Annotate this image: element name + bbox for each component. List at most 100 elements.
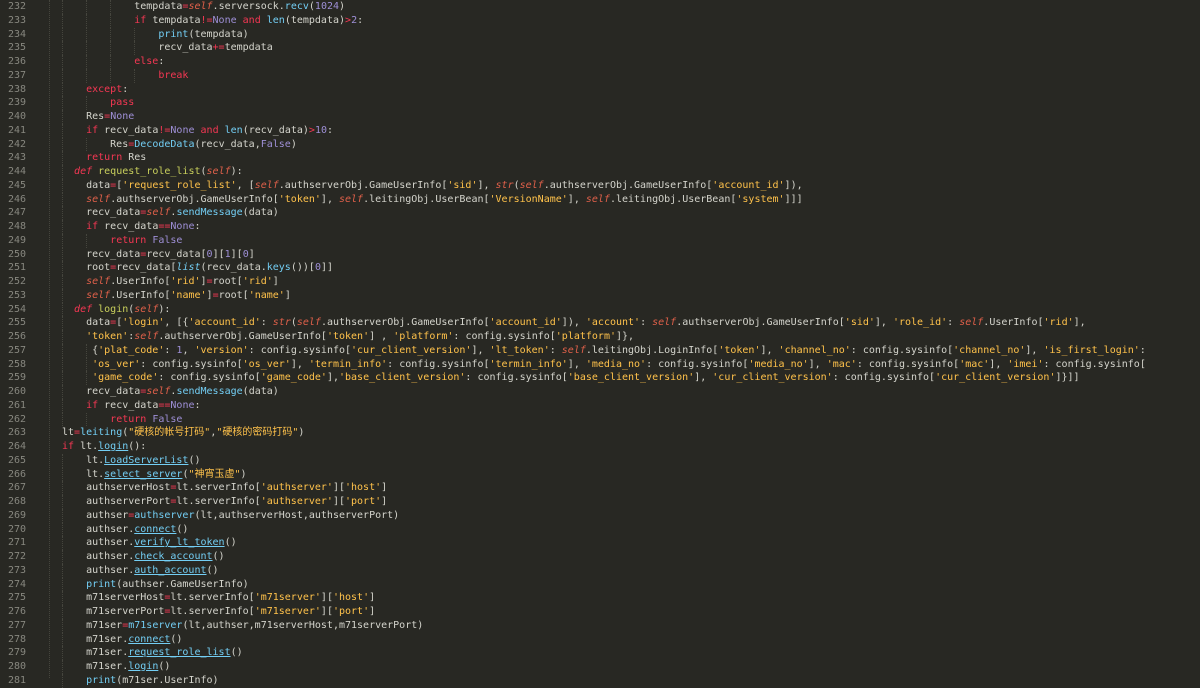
code-line[interactable]: 271 authser.verify_lt_token() xyxy=(0,536,1200,550)
code-text: else: xyxy=(62,55,164,69)
code-line[interactable]: 248 if recv_data==None: xyxy=(0,220,1200,234)
code-text: print(m71ser.UserInfo) xyxy=(62,674,219,688)
code-text: authser.verify_lt_token() xyxy=(62,536,237,550)
line-number: 281 xyxy=(8,674,26,688)
code-line[interactable]: 278 m71ser.connect() xyxy=(0,633,1200,647)
line-number: 262 xyxy=(8,413,26,427)
code-line[interactable]: 258 'os_ver': config.sysinfo['os_ver'], … xyxy=(0,358,1200,372)
code-line[interactable]: 273 authser.auth_account() xyxy=(0,564,1200,578)
code-line[interactable]: 275 m71serverHost=lt.serverInfo['m71serv… xyxy=(0,591,1200,605)
code-line[interactable]: 233 if tempdata!=None and len(tempdata)>… xyxy=(0,14,1200,28)
code-line[interactable]: 238 except: xyxy=(0,83,1200,97)
line-number: 241 xyxy=(8,124,26,138)
code-line[interactable]: 249 return False xyxy=(0,234,1200,248)
code-editor[interactable]: 232 tempdata=self.serversock.recv(1024)2… xyxy=(0,0,1200,678)
code-text: pass xyxy=(62,96,134,110)
line-number: 245 xyxy=(8,179,26,193)
code-line[interactable]: 240 Res=None xyxy=(0,110,1200,124)
line-number: 249 xyxy=(8,234,26,248)
code-line[interactable]: 280 m71ser.login() xyxy=(0,660,1200,674)
code-line[interactable]: 246 self.authserverObj.GameUserInfo['tok… xyxy=(0,193,1200,207)
line-number: 233 xyxy=(8,14,26,28)
code-line[interactable]: 279 m71ser.request_role_list() xyxy=(0,646,1200,660)
code-line[interactable]: 269 authser=authserver(lt,authserverHost… xyxy=(0,509,1200,523)
code-text: recv_data=self.sendMessage(data) xyxy=(62,206,279,220)
code-line[interactable]: 251 root=recv_data[list(recv_data.keys()… xyxy=(0,261,1200,275)
code-line[interactable]: 276 m71serverPort=lt.serverInfo['m71serv… xyxy=(0,605,1200,619)
code-line[interactable]: 272 authser.check_account() xyxy=(0,550,1200,564)
code-text: if recv_data!=None and len(recv_data)>10… xyxy=(62,124,333,138)
code-text: if recv_data==None: xyxy=(62,220,201,234)
code-line[interactable]: 274 print(authser.GameUserInfo) xyxy=(0,578,1200,592)
code-text: self.UserInfo['name']=root['name'] xyxy=(62,289,291,303)
line-number: 265 xyxy=(8,454,26,468)
code-line[interactable]: 239 pass xyxy=(0,96,1200,110)
code-line[interactable]: 241 if recv_data!=None and len(recv_data… xyxy=(0,124,1200,138)
code-area[interactable]: 232 tempdata=self.serversock.recv(1024)2… xyxy=(0,0,1200,688)
code-text: self.authserverObj.GameUserInfo['token']… xyxy=(62,193,803,207)
code-text: recv_data=recv_data[0][1][0] xyxy=(62,248,255,262)
line-number: 278 xyxy=(8,633,26,647)
code-line[interactable]: 261 if recv_data==None: xyxy=(0,399,1200,413)
code-line[interactable]: 260 recv_data=self.sendMessage(data) xyxy=(0,385,1200,399)
code-line[interactable]: 281 print(m71ser.UserInfo) xyxy=(0,674,1200,688)
code-text: authserverPort=lt.serverInfo['authserver… xyxy=(62,495,387,509)
code-line[interactable]: 253 self.UserInfo['name']=root['name'] xyxy=(0,289,1200,303)
code-text: m71serverPort=lt.serverInfo['m71server']… xyxy=(62,605,375,619)
code-line[interactable]: 264if lt.login(): xyxy=(0,440,1200,454)
line-number: 238 xyxy=(8,83,26,97)
code-line[interactable]: 267 authserverHost=lt.serverInfo['authse… xyxy=(0,481,1200,495)
code-text: return False xyxy=(62,413,182,427)
code-text: 'os_ver': config.sysinfo['os_ver'], 'ter… xyxy=(62,358,1146,372)
line-number: 236 xyxy=(8,55,26,69)
code-line[interactable]: 237 break xyxy=(0,69,1200,83)
code-line[interactable]: 270 authser.connect() xyxy=(0,523,1200,537)
line-number: 251 xyxy=(8,261,26,275)
code-line[interactable]: 242 Res=DecodeData(recv_data,False) xyxy=(0,138,1200,152)
code-text: data=['login', [{'account_id': str(self.… xyxy=(62,316,1086,330)
code-line[interactable]: 254 def login(self): xyxy=(0,303,1200,317)
code-text: return False xyxy=(62,234,182,248)
code-line[interactable]: 236 else: xyxy=(0,55,1200,69)
code-line[interactable]: 257 {'plat_code': 1, 'version': config.s… xyxy=(0,344,1200,358)
code-text: def login(self): xyxy=(62,303,170,317)
code-line[interactable]: 235 recv_data+=tempdata xyxy=(0,41,1200,55)
line-number: 266 xyxy=(8,468,26,482)
code-line[interactable]: 244 def request_role_list(self): xyxy=(0,165,1200,179)
code-line[interactable]: 259 'game_code': config.sysinfo['game_co… xyxy=(0,371,1200,385)
code-text: lt.LoadServerList() xyxy=(62,454,201,468)
line-number: 279 xyxy=(8,646,26,660)
line-number: 253 xyxy=(8,289,26,303)
code-line[interactable]: 250 recv_data=recv_data[0][1][0] xyxy=(0,248,1200,262)
code-line[interactable]: 262 return False xyxy=(0,413,1200,427)
code-text: m71ser.connect() xyxy=(62,633,182,647)
code-line[interactable]: 265 lt.LoadServerList() xyxy=(0,454,1200,468)
code-line[interactable]: 277 m71ser=m71server(lt,authser,m71serve… xyxy=(0,619,1200,633)
code-line[interactable]: 234 print(tempdata) xyxy=(0,28,1200,42)
line-number: 242 xyxy=(8,138,26,152)
line-number: 258 xyxy=(8,358,26,372)
code-text: if lt.login(): xyxy=(62,440,146,454)
code-text: m71ser.request_role_list() xyxy=(62,646,243,660)
code-line[interactable]: 255 data=['login', [{'account_id': str(s… xyxy=(0,316,1200,330)
code-line[interactable]: 247 recv_data=self.sendMessage(data) xyxy=(0,206,1200,220)
code-text: root=recv_data[list(recv_data.keys())[0]… xyxy=(62,261,333,275)
code-line[interactable]: 263lt=leiting("硬核的帐号打码","硬核的密码打码") xyxy=(0,426,1200,440)
code-line[interactable]: 232 tempdata=self.serversock.recv(1024) xyxy=(0,0,1200,14)
code-line[interactable]: 268 authserverPort=lt.serverInfo['authse… xyxy=(0,495,1200,509)
code-text: def request_role_list(self): xyxy=(62,165,243,179)
code-text: if recv_data==None: xyxy=(62,399,201,413)
code-line[interactable]: 252 self.UserInfo['rid']=root['rid'] xyxy=(0,275,1200,289)
line-number: 269 xyxy=(8,509,26,523)
line-number: 261 xyxy=(8,399,26,413)
line-number: 270 xyxy=(8,523,26,537)
line-number: 274 xyxy=(8,578,26,592)
code-text: m71serverHost=lt.serverInfo['m71server']… xyxy=(62,591,375,605)
code-line[interactable]: 245 data=['request_role_list', [self.aut… xyxy=(0,179,1200,193)
line-number: 240 xyxy=(8,110,26,124)
code-line[interactable]: 266 lt.select_server("神宵玉虚") xyxy=(0,468,1200,482)
code-text: lt=leiting("硬核的帐号打码","硬核的密码打码") xyxy=(62,426,304,440)
code-line[interactable]: 243 return Res xyxy=(0,151,1200,165)
code-text: tempdata=self.serversock.recv(1024) xyxy=(62,0,345,14)
code-line[interactable]: 256 'token':self.authserverObj.GameUserI… xyxy=(0,330,1200,344)
